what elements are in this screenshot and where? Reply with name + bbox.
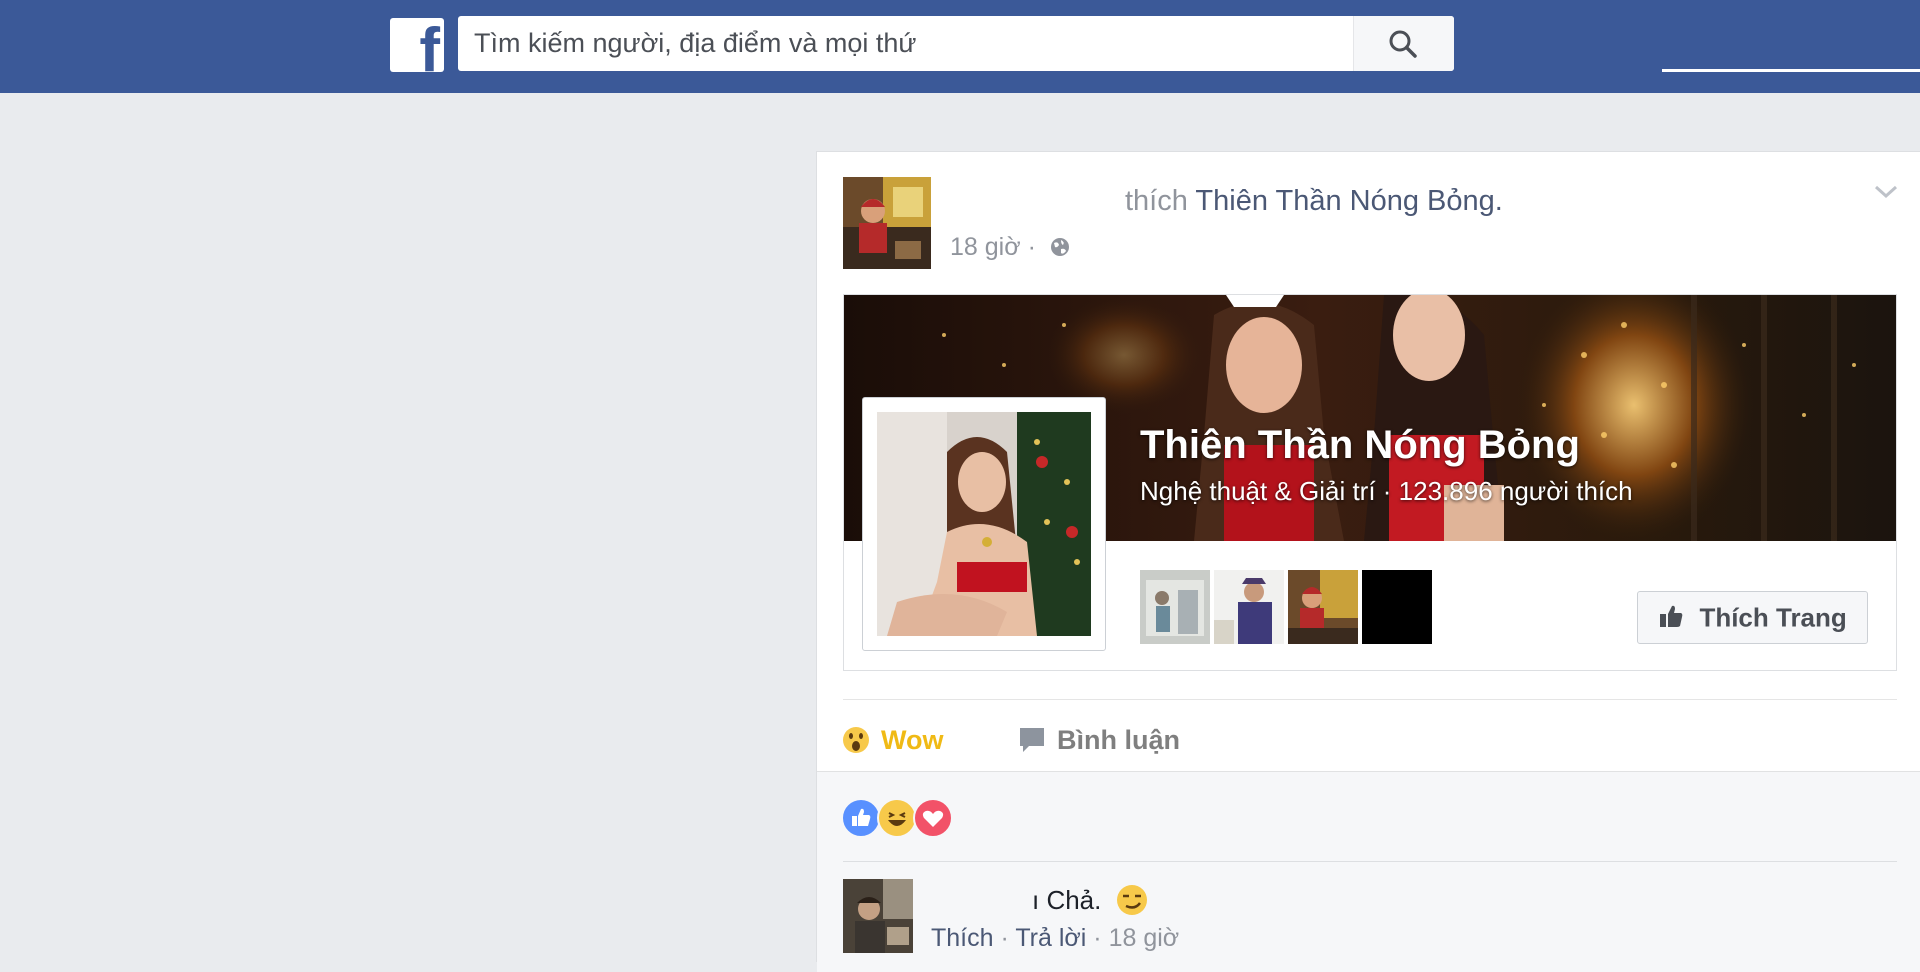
comment-body: ı Chả. (1032, 885, 1102, 915)
top-navigation-bar: f (0, 0, 1920, 93)
wow-emoji-icon (843, 727, 869, 753)
facebook-logo-letter: f (419, 18, 440, 73)
search-input[interactable] (458, 16, 1358, 71)
headline-page-link[interactable]: Thiên Thần Nóng Bỏng. (1195, 185, 1502, 217)
friend-avatar[interactable] (1140, 570, 1210, 644)
comment-dot: · (1000, 924, 1009, 952)
friend-avatar[interactable] (1214, 570, 1284, 644)
page-name[interactable]: Thiên Thần Nóng Bỏng (1140, 423, 1580, 468)
headline-verb: thích (1125, 185, 1188, 217)
facebook-logo-icon[interactable]: f (390, 18, 444, 72)
friend-avatar[interactable] (1362, 570, 1432, 644)
commenter-avatar[interactable] (843, 879, 913, 953)
search-icon (1389, 30, 1417, 58)
comment-label: Bình luận (1057, 724, 1180, 755)
like-page-label: Thích Trang (1699, 602, 1847, 633)
comments-divider (843, 861, 1897, 862)
actions-divider (843, 699, 1897, 700)
comment-text: ı Chả. (1032, 883, 1149, 917)
actor-avatar[interactable] (843, 177, 931, 269)
love-reaction-icon (913, 798, 953, 838)
post-meta: 18 giờ · (950, 233, 1071, 262)
search-box (458, 16, 1454, 71)
smirk-emoji-icon (1116, 885, 1147, 915)
like-reaction-icon (841, 798, 881, 838)
search-button[interactable] (1353, 16, 1454, 71)
globe-icon[interactable] (1049, 236, 1071, 258)
page-profile-picture[interactable] (862, 397, 1106, 651)
page-subtitle: Nghệ thuật & Giải trí · 123.896 người th… (1140, 476, 1633, 506)
reaction-summary[interactable] (841, 798, 953, 838)
thumbs-up-icon (1660, 605, 1683, 628)
wow-label: Wow (881, 724, 944, 755)
topbar-indicator-line (1662, 69, 1920, 72)
friend-avatar[interactable] (1288, 570, 1358, 644)
comment-actions: Thích · Trả lời · 18 giờ (931, 924, 1179, 953)
comment-timestamp[interactable]: 18 giờ (1109, 924, 1180, 952)
comment-dot: · (1093, 924, 1102, 952)
news-feed-post: thích Thiên Thần Nóng Bỏng. 18 giờ · Thi… (816, 151, 1920, 972)
haha-reaction-icon (877, 798, 917, 838)
comment-button[interactable]: Bình luận (1017, 718, 1180, 762)
comments-section: ı Chả. Thích · Trả lời · 18 giờ (817, 771, 1920, 972)
page-attachment-card[interactable]: Thiên Thần Nóng Bỏng Nghệ thuật & Giải t… (843, 294, 1897, 671)
meta-separator: · (1027, 233, 1036, 261)
wow-reaction-button[interactable]: Wow (841, 718, 944, 762)
comment-icon (1020, 728, 1044, 752)
post-timestamp[interactable]: 18 giờ (950, 233, 1021, 261)
comment-reply-link[interactable]: Trả lời (1015, 924, 1086, 952)
chevron-down-icon[interactable] (1873, 184, 1899, 200)
comment-like-link[interactable]: Thích (931, 924, 994, 952)
post-headline: thích Thiên Thần Nóng Bỏng. (1125, 185, 1503, 218)
like-page-button[interactable]: Thích Trang (1637, 591, 1868, 644)
